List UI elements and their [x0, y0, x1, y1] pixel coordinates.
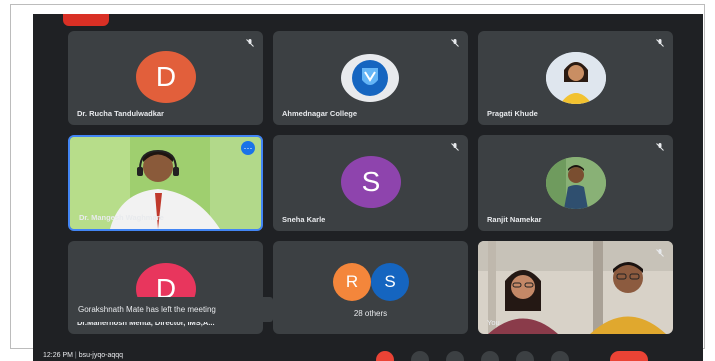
- mic-icon[interactable]: [376, 351, 394, 361]
- present-icon[interactable]: [516, 351, 534, 361]
- control-bar: 12:26 PM | bsu-jyqo-aqqq: [33, 351, 703, 361]
- avatar: R: [333, 263, 371, 301]
- participant-name: You: [487, 318, 500, 327]
- self-view-tile[interactable]: You: [478, 241, 673, 334]
- avatar-photo: [546, 157, 606, 209]
- participant-name: Sneha Karle: [282, 215, 326, 224]
- mic-off-icon: [656, 143, 664, 151]
- participant-tile[interactable]: Pragati Khude: [478, 31, 673, 125]
- avatar: S: [341, 156, 401, 208]
- participant-name: Ranjit Namekar: [487, 215, 542, 224]
- avatar: D: [136, 51, 196, 103]
- others-tile[interactable]: R S 28 others: [273, 241, 468, 334]
- avatar-initial: S: [361, 166, 381, 197]
- end-call-icon[interactable]: [610, 351, 648, 361]
- mic-off-icon: [451, 143, 459, 151]
- more-options-icon[interactable]: [551, 351, 569, 361]
- self-video: [478, 241, 673, 334]
- participant-name: Dr. Mangesh Waghmare: [79, 213, 164, 222]
- participant-name: Pragati Khude: [487, 109, 538, 118]
- shield-icon: [352, 60, 388, 96]
- participant-tile[interactable]: S Sneha Karle: [273, 135, 468, 231]
- person-photo: [546, 52, 606, 104]
- camera-icon[interactable]: [411, 351, 429, 361]
- others-count: 28 others: [353, 309, 388, 318]
- participant-name: Dr. Rucha Tandulwadkar: [77, 109, 164, 118]
- notification-text: Gorakshnath Mate has left the meeting: [78, 305, 216, 314]
- avatar-initial: D: [155, 61, 177, 92]
- mic-off-icon: [451, 39, 459, 47]
- participant-tile-active-speaker[interactable]: ⋯ Dr. Mangesh Waghmare: [68, 135, 263, 231]
- avatar: S: [371, 263, 409, 301]
- participant-tile[interactable]: D Dr. Rucha Tandulwadkar: [68, 31, 263, 125]
- leave-notification: Gorakshnath Mate has left the meeting: [68, 297, 273, 322]
- avatar-photo: [546, 52, 606, 104]
- mic-off-icon: [656, 39, 664, 47]
- raise-hand-icon[interactable]: [481, 351, 499, 361]
- recording-badge: [63, 14, 109, 26]
- participant-name: Ahmednagar College: [282, 109, 358, 118]
- avatar-initial: R: [345, 272, 359, 291]
- college-logo: [341, 54, 399, 102]
- meeting-screen: D Dr. Rucha Tandulwadkar Ahmednagar Coll…: [33, 14, 703, 361]
- screenshot-frame: D Dr. Rucha Tandulwadkar Ahmednagar Coll…: [10, 4, 705, 361]
- avatar-initial: S: [384, 272, 396, 291]
- person-photo: [546, 157, 606, 209]
- more-options-icon[interactable]: ⋯: [241, 141, 255, 155]
- captions-icon[interactable]: [446, 351, 464, 361]
- participant-tile[interactable]: Ahmednagar College: [273, 31, 468, 125]
- mic-off-icon: [246, 39, 254, 47]
- mic-off-icon: [656, 249, 664, 257]
- participant-tile[interactable]: Ranjit Namekar: [478, 135, 673, 231]
